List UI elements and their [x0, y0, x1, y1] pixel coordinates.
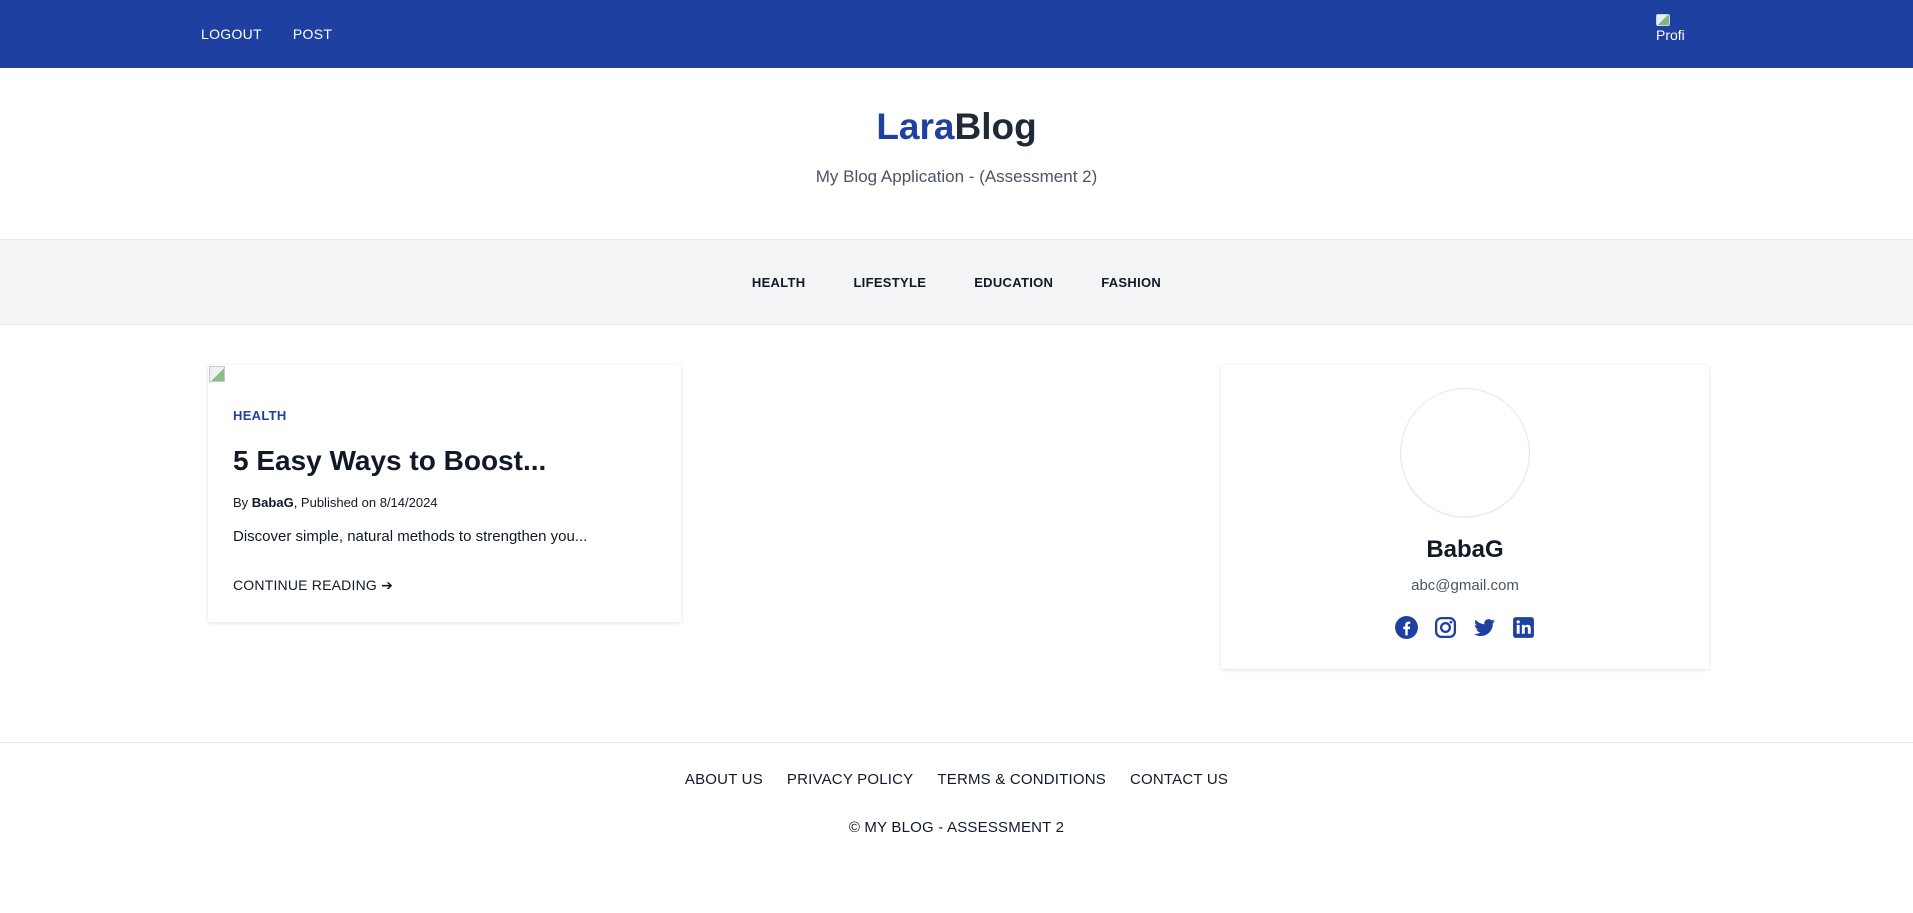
post-thumbnail-broken-image[interactable] [209, 366, 225, 382]
brand-part-2: Blog [954, 106, 1037, 147]
top-navbar: LOGOUT POST Profi [0, 0, 1913, 68]
profile-name: BabaG [1426, 536, 1504, 563]
post-published-date: , Published on 8/14/2024 [293, 495, 438, 510]
category-fashion[interactable]: FASHION [1101, 275, 1161, 290]
site-footer: ABOUT US PRIVACY POLICY TERMS & CONDITIO… [0, 742, 1913, 913]
post-title[interactable]: 5 Easy Ways to Boost... [233, 445, 546, 477]
footer-link-about-us[interactable]: ABOUT US [685, 771, 763, 788]
logout-link[interactable]: LOGOUT [201, 26, 262, 42]
post-author: BabaG [251, 495, 294, 510]
footer-link-privacy-policy[interactable]: PRIVACY POLICY [787, 771, 913, 788]
footer-link-contact-us[interactable]: CONTACT US [1130, 771, 1228, 788]
footer-links: ABOUT US PRIVACY POLICY TERMS & CONDITIO… [0, 771, 1913, 788]
twitter-icon[interactable] [1472, 615, 1497, 640]
profile-email: abc@gmail.com [1411, 577, 1519, 594]
profile-image[interactable]: Profi [1656, 14, 1694, 52]
masthead: LaraBlog My Blog Application - (Assessme… [0, 68, 1913, 240]
brand-part-1: Lara [876, 106, 955, 147]
category-education[interactable]: EDUCATION [974, 275, 1053, 290]
continue-reading-label: CONTINUE READING [233, 577, 377, 593]
broken-image-icon [1656, 14, 1670, 26]
author-profile-card: BabaG abc@gmail.com [1221, 365, 1709, 669]
site-tagline: My Blog Application - (Assessment 2) [815, 167, 1098, 186]
footer-copyright: © MY BLOG - ASSESSMENT 2 [848, 819, 1065, 836]
linkedin-icon[interactable] [1511, 615, 1536, 640]
post-link[interactable]: POST [293, 26, 332, 42]
post-meta: By BabaG, Published on 8/14/2024 [233, 495, 438, 510]
continue-reading-link[interactable]: CONTINUE READING ➔ [233, 577, 393, 594]
top-nav: LOGOUT POST [201, 0, 332, 68]
arrow-right-icon: ➔ [381, 577, 394, 593]
facebook-icon[interactable] [1394, 615, 1419, 640]
post-category[interactable]: HEALTH [233, 408, 287, 423]
post-excerpt: Discover simple, natural methods to stre… [233, 528, 588, 545]
post-by-prefix: By [233, 495, 249, 510]
category-nav: HEALTH LIFESTYLE EDUCATION FASHION [0, 240, 1913, 325]
site-logo[interactable]: LaraBlog [0, 106, 1913, 148]
instagram-icon[interactable] [1433, 615, 1458, 640]
avatar [1401, 389, 1529, 517]
post-card: HEALTH 5 Easy Ways to Boost... By BabaG,… [208, 365, 681, 622]
social-links [1221, 615, 1709, 640]
category-lifestyle[interactable]: LIFESTYLE [853, 275, 926, 290]
profile-image-alt: Profi [1656, 27, 1685, 43]
category-health[interactable]: HEALTH [752, 275, 806, 290]
footer-link-terms[interactable]: TERMS & CONDITIONS [937, 771, 1106, 788]
